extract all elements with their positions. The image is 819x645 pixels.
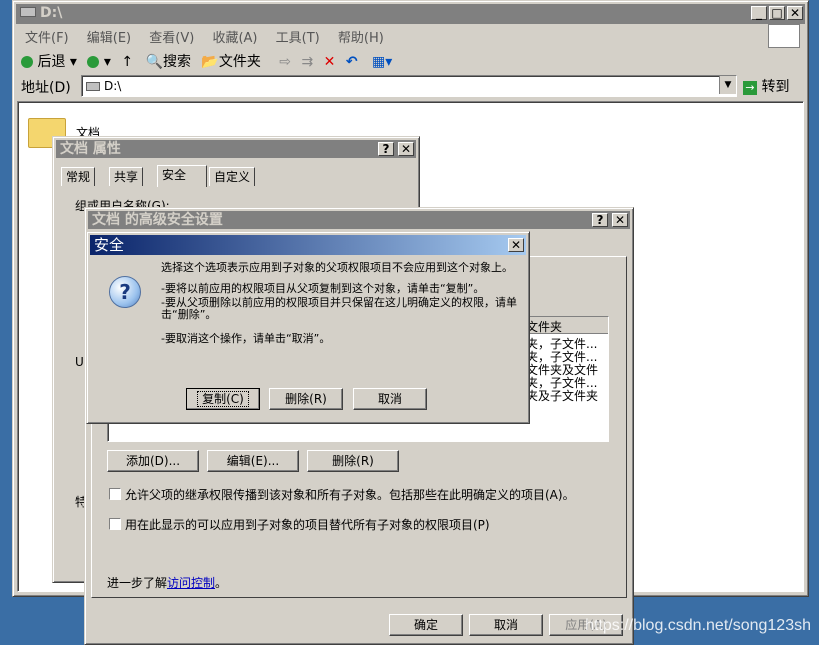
toolbar: 后退 ▾ ▾ ↑ 🔍搜索 📂文件夹 ⇨ ⇉ ✕ ↶ ▦▾ — [21, 51, 392, 71]
security-title: 安全 — [94, 236, 125, 254]
windows-logo-icon — [768, 24, 800, 48]
learn-more-prefix: 进一步了解 — [107, 576, 168, 590]
search-button[interactable]: 搜索 — [163, 54, 191, 70]
properties-close-button[interactable]: ✕ — [398, 142, 414, 156]
up-folder-icon[interactable]: ↑ — [121, 54, 133, 70]
close-button[interactable]: ✕ — [787, 6, 803, 20]
security-dialog: 安全 ✕ ? 选择这个选项表示应用到子对象的父项权限项目不会应用到这个对象上。 … — [86, 231, 530, 424]
replace-checkbox[interactable] — [109, 518, 121, 530]
security-message: 选择这个选项表示应用到子对象的父项权限项目不会应用到这个对象上。 -要将以前应用… — [161, 262, 517, 345]
explorer-title: D:\ — [40, 5, 63, 21]
tab-general[interactable]: 常规 — [61, 167, 96, 186]
menu-bar: 文件(F) 编辑(E) 查看(V) 收藏(A) 工具(T) 帮助(H) — [25, 27, 398, 46]
cancel-button[interactable]: 取消 — [469, 614, 543, 636]
address-dropdown-button[interactable]: ▼ — [719, 76, 736, 94]
access-control-link[interactable]: 访问控制 — [167, 576, 215, 590]
learn-more-suffix: 。 — [215, 576, 228, 590]
properties-title: 文档 属性 — [60, 141, 121, 157]
delete-button[interactable]: 删除(R) — [269, 388, 343, 410]
advanced-close-button[interactable]: ✕ — [612, 213, 628, 227]
back-icon[interactable] — [21, 56, 33, 68]
watermark: https://blog.csdn.net/song123sh — [585, 617, 811, 634]
go-arrow-icon: → — [743, 81, 757, 95]
inherit-checkbox[interactable] — [109, 488, 121, 500]
folders-button[interactable]: 文件夹 — [219, 54, 261, 70]
inherit-label[interactable]: 允许父项的继承权限传播到该对象和所有子对象。包括那些在此明确定义的项目(A)。 — [125, 486, 575, 503]
menu-favorites[interactable]: 收藏(A) — [212, 31, 257, 46]
advanced-titlebar[interactable]: 文档 的高级安全设置 ? ✕ — [88, 211, 630, 229]
copy-button[interactable]: 复制(C) — [186, 388, 260, 410]
address-field[interactable]: D:\ ▼ — [81, 75, 737, 97]
explorer-titlebar[interactable]: D:\ _ □ ✕ — [16, 4, 805, 24]
delete-icon[interactable]: ✕ — [324, 54, 336, 70]
views-icon[interactable]: ▦▾ — [372, 54, 392, 70]
menu-help[interactable]: 帮助(H) — [338, 31, 384, 46]
message-para-3: -要从父项删除以前应用的权限项目并只保留在这儿明确定义的权限，请单击“删除”。 — [161, 296, 517, 321]
message-para-1: 选择这个选项表示应用到子对象的父项权限项目不会应用到这个对象上。 — [161, 261, 513, 274]
folders-icon[interactable]: 📂 — [201, 54, 218, 70]
copy-button-label: 复制(C) — [197, 391, 249, 407]
replace-label[interactable]: 用在此显示的可以应用到子对象的项目替代所有子对象的权限项目(P) — [125, 516, 490, 533]
learn-more: 进一步了解访问控制。 — [107, 574, 227, 591]
add-button[interactable]: 添加(D)... — [107, 450, 199, 472]
go-label: 转到 — [761, 79, 790, 95]
back-button[interactable]: 后退 — [37, 54, 65, 70]
menu-view[interactable]: 查看(V) — [149, 31, 194, 46]
menu-tools[interactable]: 工具(T) — [276, 31, 320, 46]
search-icon[interactable]: 🔍 — [146, 54, 163, 70]
address-value: D:\ — [104, 79, 122, 93]
message-para-4: -要取消这个操作，请单击“取消”。 — [161, 332, 331, 345]
edit-button[interactable]: 编辑(E)... — [207, 450, 299, 472]
remove-button[interactable]: 删除(R) — [307, 450, 399, 472]
properties-tabs: 常规 共享 安全 自定义 — [61, 165, 401, 187]
properties-titlebar[interactable]: 文档 属性 ? ✕ — [56, 140, 416, 158]
move-to-icon[interactable]: ⇨ — [279, 54, 291, 70]
security-titlebar[interactable]: 安全 ✕ — [90, 235, 526, 255]
list-header-cell: 文件夹 — [526, 320, 563, 334]
advanced-help-button[interactable]: ? — [592, 213, 608, 227]
minimize-button[interactable]: _ — [751, 6, 767, 20]
security-close-button[interactable]: ✕ — [508, 238, 524, 252]
tab-sharing[interactable]: 共享 — [109, 167, 144, 186]
drive-icon-small — [86, 82, 100, 91]
ok-button[interactable]: 确定 — [389, 614, 463, 636]
properties-help-button[interactable]: ? — [378, 142, 394, 156]
drive-icon — [20, 7, 36, 17]
advanced-title: 文档 的高级安全设置 — [92, 212, 223, 228]
copy-to-icon[interactable]: ⇉ — [301, 54, 313, 70]
security-cancel-button[interactable]: 取消 — [353, 388, 427, 410]
tab-custom[interactable]: 自定义 — [209, 167, 256, 186]
tab-security[interactable]: 安全 — [157, 165, 207, 187]
message-para-2: -要将以前应用的权限项目从父项复制到这个对象，请单击“复制”。 — [161, 282, 485, 295]
maximize-button[interactable]: □ — [769, 6, 785, 20]
forward-icon[interactable] — [87, 56, 100, 68]
question-icon: ? — [109, 276, 141, 308]
undo-icon[interactable]: ↶ — [346, 54, 358, 70]
go-button[interactable]: → 转到 — [743, 76, 789, 96]
menu-edit[interactable]: 编辑(E) — [87, 31, 131, 46]
menu-file[interactable]: 文件(F) — [25, 31, 69, 46]
address-label: 地址(D) — [21, 80, 71, 96]
list-item[interactable]: 夹及子文件夹 — [526, 387, 598, 404]
u-label: U — [75, 355, 84, 369]
